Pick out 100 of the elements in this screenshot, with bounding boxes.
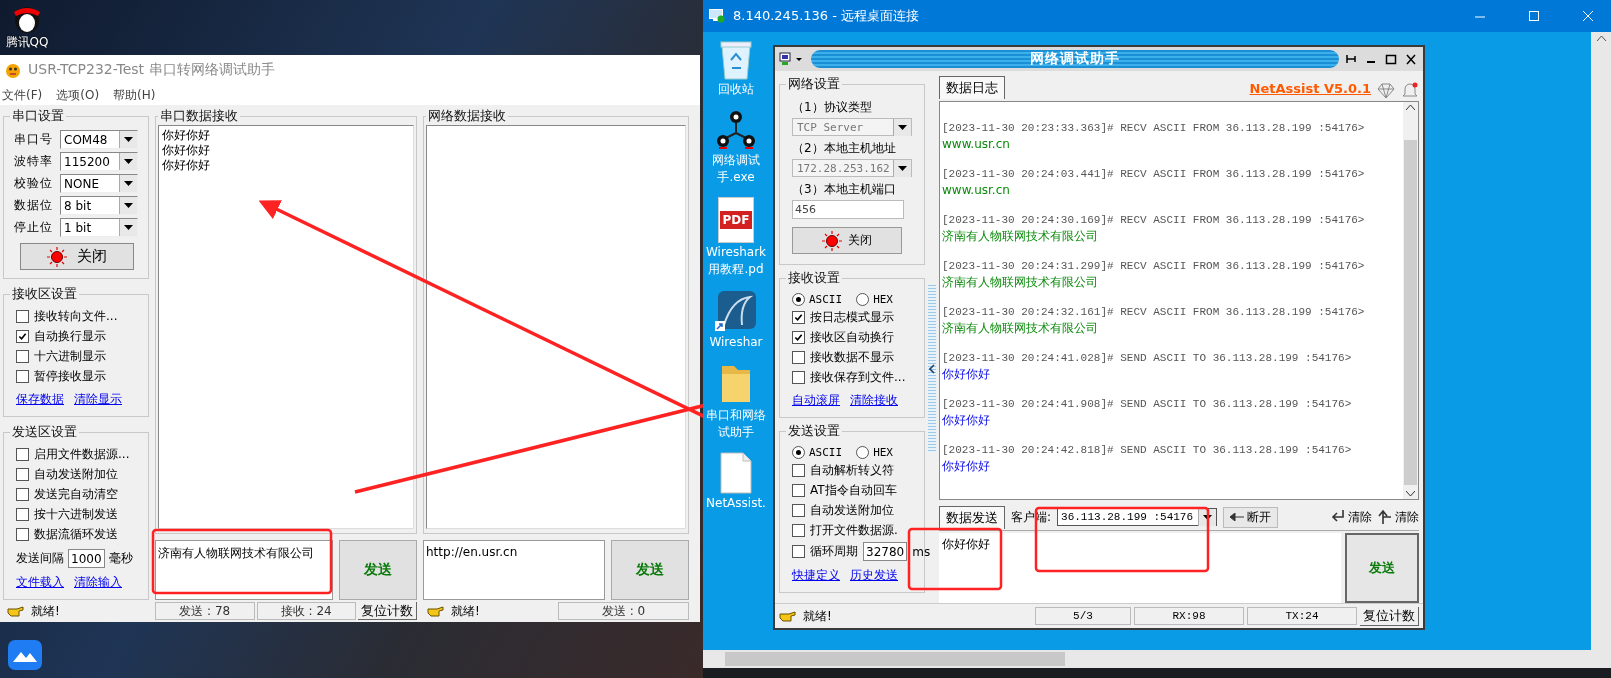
radio-button[interactable] (856, 446, 870, 459)
link[interactable]: 历史发送 (850, 567, 898, 584)
menu-item[interactable]: 选项(O) (56, 86, 100, 104)
chevron-icon (929, 364, 935, 374)
close-port-button[interactable]: 关闭 (20, 243, 134, 270)
reset-count-button[interactable]: 复位计数 (1360, 606, 1419, 626)
scrollbar[interactable] (1591, 32, 1611, 650)
send-button[interactable]: 发送 (1345, 533, 1419, 603)
status-text: 就绪! (803, 607, 832, 625)
send-input-field[interactable]: 济南有人物联网技术有限公司 (155, 540, 333, 600)
link[interactable]: 清除接收 (850, 392, 898, 409)
checkbox[interactable] (16, 528, 29, 541)
desktop-icon-label[interactable]: 腾讯QQ (5, 34, 49, 51)
dropdown[interactable]: NONE (60, 174, 138, 193)
send-input-field[interactable]: 你好你好 (939, 533, 1341, 603)
caret-icon[interactable] (119, 219, 137, 236)
checkbox[interactable] (16, 448, 29, 461)
cycle-field[interactable]: 32780 (863, 542, 908, 561)
app-icon[interactable] (8, 640, 42, 670)
field-label: （1）协议类型 (792, 99, 873, 116)
link[interactable]: 快捷定义 (792, 567, 840, 584)
menu-item[interactable]: 文件(F) (2, 86, 43, 104)
checkbox[interactable] (16, 488, 29, 501)
link[interactable]: 保存数据 (16, 391, 64, 408)
status-text: 就绪! (31, 602, 60, 620)
checkbox[interactable] (792, 545, 805, 558)
log-header: [2023-11-30 20:24:03.441]# RECV ASCII FROM 36.113.28.199 :54176> (942, 167, 1366, 182)
caret-icon[interactable] (119, 175, 137, 192)
dropdown[interactable]: COM48 (60, 130, 138, 149)
radio-label: ASCII (809, 446, 843, 459)
caret-icon[interactable] (119, 197, 137, 214)
recycle-bin-icon[interactable] (718, 38, 754, 80)
link[interactable]: 自动滚屏 (792, 392, 840, 409)
scrollbar[interactable] (1403, 102, 1418, 499)
file-icon[interactable] (720, 452, 752, 494)
checkbox-label: 接收保存到文件... (810, 369, 906, 386)
dropdown[interactable]: 115200 (60, 152, 138, 171)
checkbox-label: 数据流循环发送 (34, 526, 118, 543)
scrollbar[interactable] (703, 650, 1611, 668)
checkbox[interactable] (16, 330, 29, 343)
link[interactable]: 清除输入 (74, 574, 122, 591)
checkbox[interactable] (16, 350, 29, 363)
checkbox[interactable] (16, 468, 29, 481)
checkbox-label: 按十六进制发送 (34, 506, 118, 523)
bell-icon[interactable] (1401, 81, 1419, 99)
checkbox[interactable] (16, 370, 29, 383)
caret-icon[interactable] (893, 118, 911, 136)
send-button[interactable]: 发送 (339, 540, 417, 600)
scrollbar-thumb[interactable] (725, 652, 1065, 666)
clear-button[interactable]: 清除 (1331, 508, 1372, 526)
port-field[interactable]: 456 (792, 200, 904, 219)
dropdown[interactable]: 8 bit (60, 196, 138, 215)
log-message: www.usr.cn (942, 136, 1011, 152)
status-counter: 发送 : 78 (155, 602, 255, 620)
field-label: 停止位 (14, 219, 54, 236)
radio-button[interactable] (792, 293, 805, 306)
receive-text-area[interactable]: 你好你好 你好你好 你好你好 (158, 125, 414, 529)
checkbox[interactable] (792, 371, 805, 384)
checkbox-label: AT指令自动回车 (810, 482, 897, 499)
network-nodes-icon[interactable] (715, 109, 757, 151)
checkbox[interactable] (16, 508, 29, 521)
menu-item[interactable]: 帮助(H) (113, 86, 156, 104)
checkbox[interactable] (792, 484, 805, 497)
collapse-handle[interactable] (928, 285, 936, 453)
caret-icon[interactable] (119, 153, 137, 170)
clear-button[interactable]: 清除 (1378, 508, 1419, 526)
fin-icon[interactable] (714, 289, 758, 333)
tab[interactable]: 数据日志 (939, 76, 1005, 99)
dropdown[interactable]: 172.28.253.162 (792, 159, 912, 177)
checkbox[interactable] (792, 351, 805, 364)
checkbox[interactable] (792, 524, 805, 537)
caret-icon[interactable] (119, 131, 137, 148)
checkbox[interactable] (792, 331, 805, 344)
field-label: 发送间隔 (16, 550, 64, 567)
indicator-light-icon (822, 230, 842, 251)
radio-button[interactable] (792, 446, 805, 459)
reset-count-button[interactable]: 复位计数 (358, 602, 417, 620)
link[interactable]: 文件载入 (16, 574, 64, 591)
log-header: [2023-11-30 20:24:30.169]# RECV ASCII FROM 36.113.28.199 :54176> (942, 213, 1366, 228)
scrollbar-thumb[interactable] (1404, 140, 1417, 485)
link[interactable]: 清除显示 (74, 391, 122, 408)
dropdown[interactable]: 1 bit (60, 218, 138, 237)
close-button[interactable]: 关闭 (792, 227, 902, 254)
group-title: 发送设置 (787, 422, 841, 440)
pdf-file-icon[interactable]: PDF (718, 197, 754, 243)
diamond-icon[interactable] (1377, 83, 1395, 99)
interval-field[interactable]: 1000 (68, 549, 105, 568)
checkbox[interactable] (16, 310, 29, 323)
disconnect-button[interactable]: 断开 (1223, 506, 1279, 528)
checkbox[interactable] (792, 464, 805, 477)
checkbox[interactable] (792, 311, 805, 324)
checkbox[interactable] (792, 504, 805, 517)
tab[interactable]: 数据发送 (939, 505, 1005, 529)
pointing-hand-icon (427, 604, 445, 618)
dropdown[interactable]: TCP Server (792, 118, 912, 136)
caret-icon[interactable] (893, 159, 911, 177)
send-button[interactable]: 发送 (611, 540, 689, 600)
radio-button[interactable] (856, 293, 870, 306)
send-input-field[interactable]: http://en.usr.cn (423, 540, 605, 600)
file-type-label: PDF (719, 211, 753, 229)
